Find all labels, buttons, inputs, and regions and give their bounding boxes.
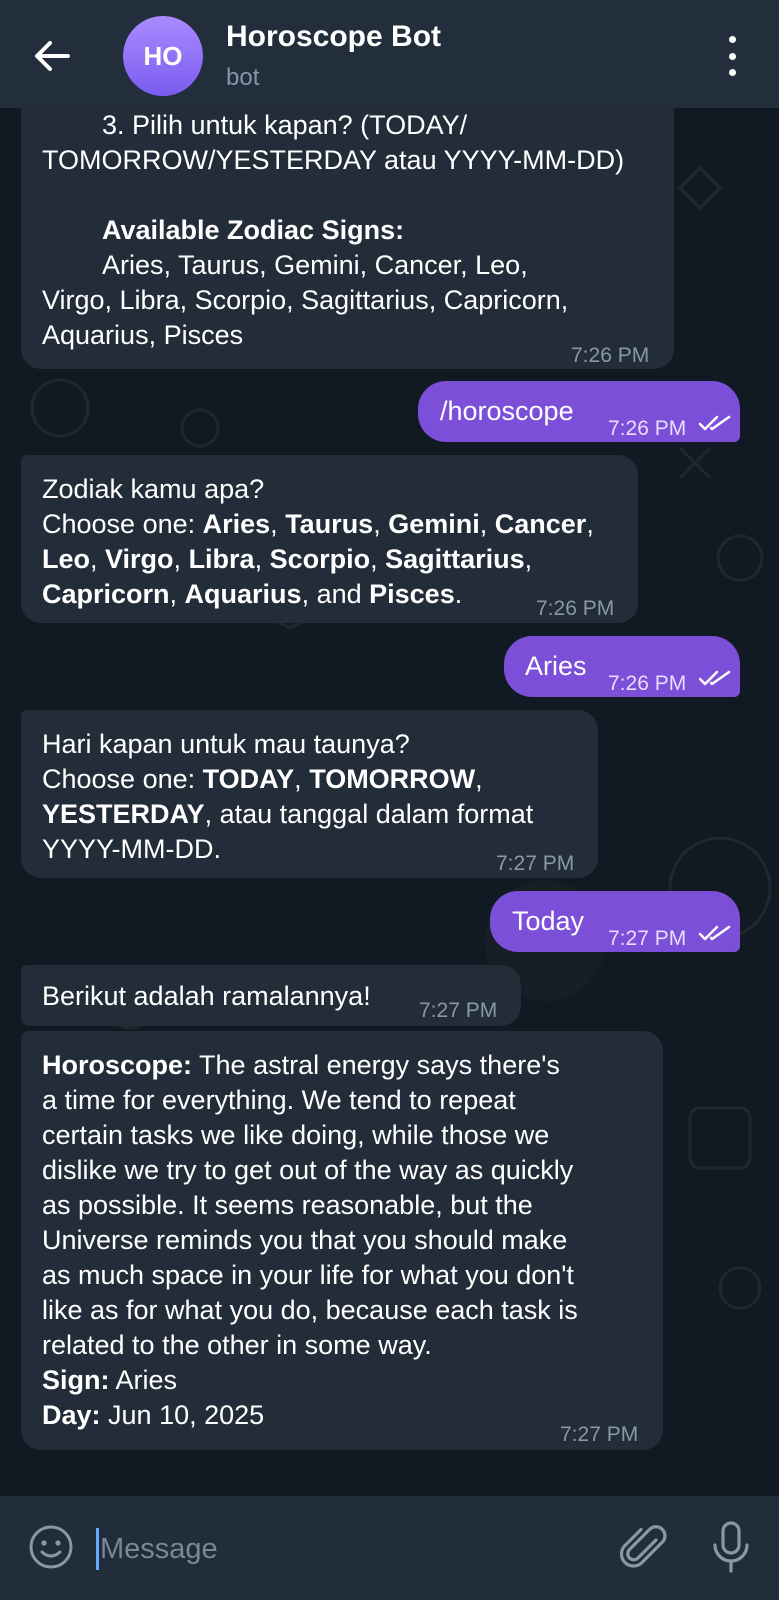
message-text: Aries, Taurus, Gemini, Cancer, Leo, [102,250,528,280]
message-time: 7:26 PM [571,344,650,367]
zodiac-sign: Aquarius [184,579,302,609]
message-time: 7:27 PM [608,927,687,950]
zodiac-sign: Leo [42,544,91,574]
message-bubble-outgoing[interactable]: Today 7:27 PM [490,891,740,952]
message-time: 7:26 PM [608,417,687,440]
message-text: Virgo, Libra, Scorpio, Sagittarius, Capr… [42,285,569,315]
message-text: dislike we try to get out of the way as … [42,1155,574,1185]
message-text: , atau tanggal dalam format [204,799,534,829]
separator: , [169,579,185,609]
message-bubble-incoming[interactable]: Horoscope: The astral energy says there'… [21,1031,663,1450]
chat-subtitle: bot [226,64,260,91]
separator: , [475,764,483,794]
message-time: 7:26 PM [536,597,615,620]
message-text: Today [512,906,585,936]
zodiac-sign: Capricorn [42,579,170,609]
chat-header: HO Horoscope Bot bot [0,0,779,108]
message-input[interactable] [98,1522,582,1576]
option-yesterday: YESTERDAY [42,799,205,829]
separator: , [270,509,286,539]
avatar-initials: HO [143,40,183,71]
message-text: like as for what you do, because each ta… [42,1295,578,1325]
message-text: Aries [525,651,587,681]
message-text: TOMORROW/YESTERDAY atau YYYY-MM-DD) [42,145,625,175]
back-arrow-icon[interactable] [30,34,74,78]
message-text: Universe reminds you that you should mak… [42,1225,568,1255]
horoscope-label: Horoscope: [42,1050,193,1080]
chat-title[interactable]: Horoscope Bot [226,20,441,54]
microphone-icon[interactable] [708,1520,754,1574]
separator: , [586,509,594,539]
message-bubble-outgoing[interactable]: Aries 7:26 PM [504,636,740,697]
message-text: related to the other in some way. [42,1330,432,1360]
double-check-icon [698,415,731,431]
separator: , [524,544,533,574]
zodiac-sign: Scorpio [269,544,371,574]
message-text: certain tasks we like doing, while those… [42,1120,550,1150]
separator: , [173,544,189,574]
message-text: Berikut adalah ramalannya! [42,981,371,1011]
message-text: Zodiak kamu apa? [42,474,265,504]
zodiac-sign: Aries [202,509,271,539]
zodiac-sign: Gemini [388,509,480,539]
separator: , [90,544,106,574]
separator: , [479,509,495,539]
message-text: /horoscope [440,396,574,426]
sign-label: Sign: [42,1365,110,1395]
message-time: 7:27 PM [496,852,575,875]
zodiac-sign: Taurus [285,509,374,539]
separator: , [370,544,386,574]
message-text: as much space in your life for what you … [42,1260,574,1290]
message-text: Hari kapan untuk mau taunya? [42,729,410,759]
double-check-icon [698,925,731,941]
message-text: The astral energy says there's [192,1050,560,1080]
message-text: Choose one: [42,509,203,539]
option-tomorrow: TOMORROW [309,764,476,794]
more-vertical-icon[interactable] [719,36,745,76]
separator: , and [301,579,370,609]
paperclip-icon[interactable] [619,1522,670,1574]
message-text: Choose one: [42,764,203,794]
message-composer [0,1496,779,1600]
separator: , [254,544,270,574]
separator: , [373,509,389,539]
message-text: Aquarius, Pisces [42,320,244,350]
zodiac-sign: Libra [188,544,255,574]
day-value: Jun 10, 2025 [100,1400,265,1430]
separator: , [294,764,310,794]
emoji-icon[interactable] [28,1524,74,1570]
message-bubble-incoming[interactable]: Zodiak kamu apa? Choose one: Aries, Taur… [21,455,638,623]
message-time: 7:27 PM [560,1423,639,1446]
separator: . [454,579,463,609]
message-text: a time for everything. We tend to repeat [42,1085,516,1115]
zodiac-sign: Sagittarius [385,544,525,574]
day-label: Day: [42,1400,101,1430]
message-text: 3. Pilih untuk kapan? (TODAY/ [102,110,468,140]
option-today: TODAY [202,764,295,794]
message-time: 7:26 PM [608,672,687,695]
double-check-icon [698,670,731,686]
sign-value: Aries [109,1365,178,1395]
message-bubble-incoming[interactable]: Berikut adalah ramalannya! 7:27 PM [21,965,521,1026]
message-time: 7:27 PM [419,999,498,1022]
message-text: as possible. It seems reasonable, but th… [42,1190,533,1220]
message-bubble-incoming[interactable]: Hari kapan untuk mau taunya? Choose one:… [21,710,598,878]
zodiac-sign-list: Choose one: Aries, Taurus, Gemini, Cance… [42,507,622,612]
message-heading: Available Zodiac Signs: [102,215,405,245]
zodiac-sign: Virgo [105,544,174,574]
message-bubble-outgoing[interactable]: /horoscope 7:26 PM [418,381,740,442]
avatar[interactable]: HO [123,16,203,96]
zodiac-sign: Cancer [494,509,587,539]
zodiac-sign: Pisces [369,579,455,609]
